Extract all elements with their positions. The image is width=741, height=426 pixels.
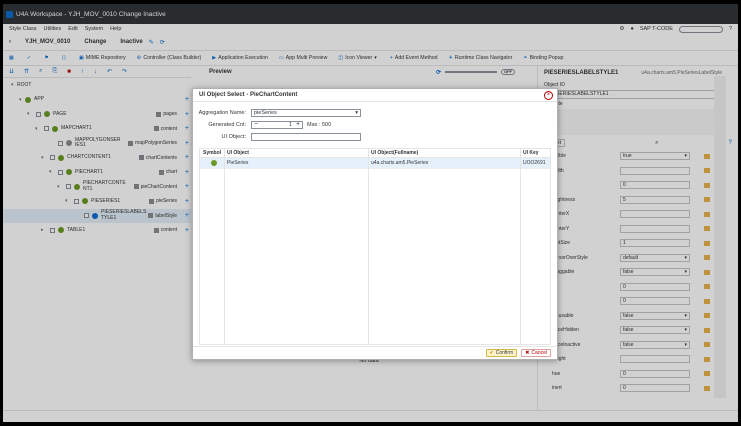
confirm-button[interactable]: ✔ Confirm (485, 349, 518, 357)
uiobject-row: UI Object: (193, 131, 557, 143)
column-fullname[interactable]: UI Object(Fullname) (368, 149, 520, 157)
cell-ui-object: PieSeries (227, 160, 249, 166)
table-row[interactable]: PieSeries u4a.charts.am5.PieSeries UOO26… (200, 158, 550, 169)
cancel-icon: ✖ (525, 350, 530, 356)
cell-ui-key: UOO2691 (523, 160, 546, 166)
ui-object-select-dialog: UI Object Select - PieChartContent × Agg… (192, 88, 558, 360)
cell-fullname: u4a.charts.am5.PieSeries (371, 160, 429, 166)
generated-max: Max : 500 (307, 122, 332, 128)
generated-row: Generated Cnt: − 1 + Max : 500 (193, 119, 557, 131)
ui-object-table: Symbol UI Object UI Object(Fullname) UI … (199, 148, 551, 345)
generated-stepper[interactable]: − 1 + (251, 121, 303, 129)
close-icon[interactable]: × (544, 91, 553, 100)
cancel-button[interactable]: ✖ Cancel (521, 349, 551, 357)
column-ui-object[interactable]: UI Object (224, 149, 368, 157)
dialog-footer: ✔ Confirm ✖ Cancel (193, 346, 557, 359)
generated-value[interactable]: 1 (260, 122, 294, 128)
confirm-icon: ✔ (489, 350, 494, 356)
generated-label: Generated Cnt: (208, 122, 246, 128)
table-header: Symbol UI Object UI Object(Fullname) UI … (200, 149, 550, 158)
decrement-icon[interactable]: − (252, 121, 260, 128)
dialog-header: UI Object Select - PieChartContent (193, 89, 557, 102)
app-window: U4A Workspace - YJH_MOV_0010 Change Inac… (3, 4, 738, 422)
dialog-title: UI Object Select - PieChartContent (199, 92, 298, 98)
ui-object-icon (200, 158, 224, 168)
aggregation-select[interactable]: pieSeries (251, 109, 361, 117)
column-ui-key[interactable]: UI Key (520, 149, 550, 157)
increment-icon[interactable]: + (294, 121, 302, 128)
uiobject-label: UI Object: (221, 134, 246, 140)
column-symbol[interactable]: Symbol (200, 149, 224, 157)
aggregation-row: Aggregation Name: pieSeries (193, 107, 557, 119)
uiobject-input[interactable] (251, 133, 361, 141)
aggregation-label: Aggregation Name: (198, 110, 246, 116)
